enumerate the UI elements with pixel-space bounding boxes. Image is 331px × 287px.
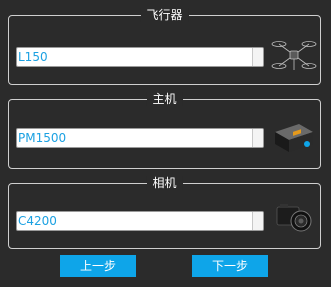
dropdown-arrow-icon[interactable]: [252, 212, 263, 230]
next-step-button[interactable]: 下一步: [192, 255, 268, 277]
host-group: 主机 PM1500: [8, 92, 321, 169]
camera-select-value: C4200: [18, 214, 57, 228]
camera-select[interactable]: C4200: [16, 211, 264, 231]
camera-group-title: 相机: [146, 176, 183, 190]
host-group-title: 主机: [146, 92, 183, 106]
dropdown-arrow-icon[interactable]: [252, 48, 263, 66]
previous-step-button[interactable]: 上一步: [60, 255, 136, 277]
aircraft-group-title: 飞行器: [140, 8, 189, 22]
aircraft-select[interactable]: L150: [16, 47, 264, 67]
dropdown-arrow-icon[interactable]: [252, 129, 263, 147]
host-device-icon: [275, 124, 313, 152]
drone-icon: [271, 41, 317, 70]
camera-icon: [276, 204, 312, 232]
host-select-value: PM1500: [18, 131, 67, 145]
host-select[interactable]: PM1500: [16, 128, 264, 148]
aircraft-select-value: L150: [18, 50, 48, 64]
camera-group: 相机 C4200: [8, 176, 321, 249]
aircraft-group: 飞行器 L150: [8, 8, 321, 85]
